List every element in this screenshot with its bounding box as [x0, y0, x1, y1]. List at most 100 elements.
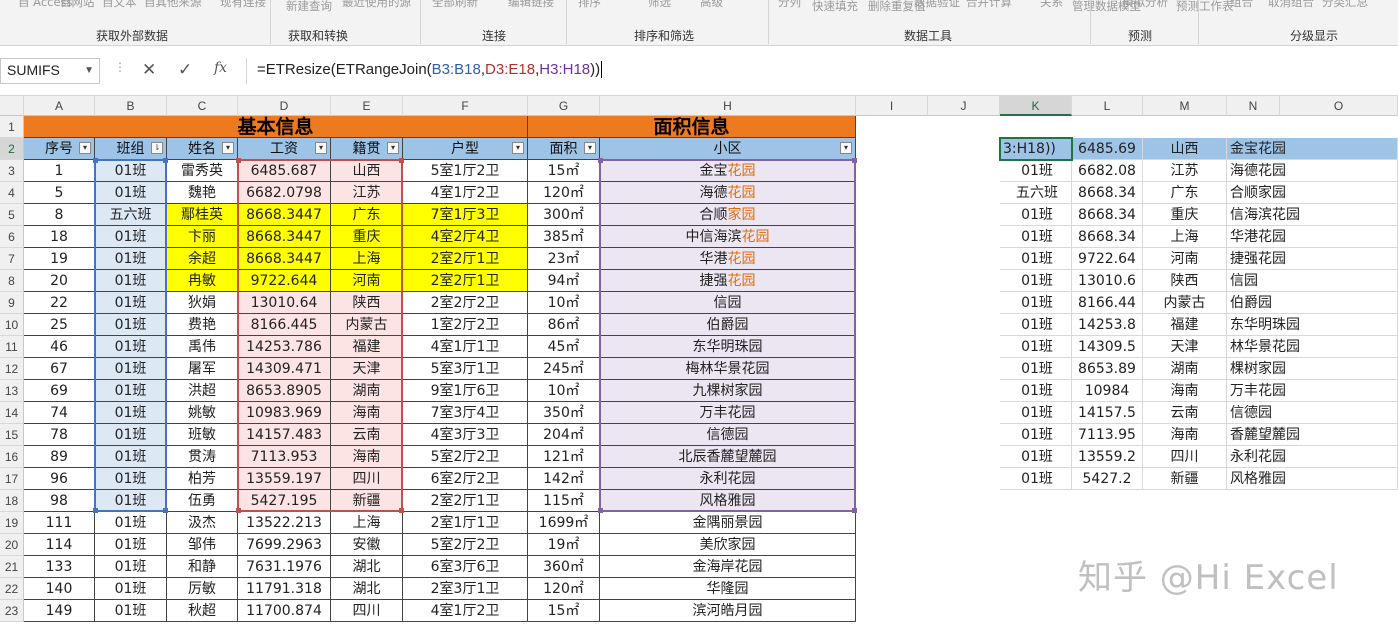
output-origin[interactable]: 河南 [1143, 248, 1227, 270]
cell-community[interactable]: 金宝花园 [600, 160, 856, 182]
name-box[interactable]: SUMIFS ▼ [0, 58, 100, 84]
cell-seq[interactable]: 114 [24, 534, 95, 556]
ribbon-button[interactable]: 排序 [578, 0, 601, 10]
cell-salary[interactable]: 14309.471 [238, 358, 331, 380]
cell-name[interactable]: 邹伟 [167, 534, 238, 556]
column-header-e[interactable]: E [331, 96, 403, 116]
cell-origin[interactable]: 海南 [331, 402, 403, 424]
cell-group[interactable]: 01班 [95, 270, 167, 292]
cell-community[interactable]: 风格雅园 [600, 490, 856, 512]
cell-name[interactable]: 余超 [167, 248, 238, 270]
cell-origin[interactable]: 海南 [331, 446, 403, 468]
output-community[interactable]: 东华明珠园 [1227, 314, 1398, 336]
output-community[interactable]: 永利花园 [1227, 446, 1398, 468]
output-salary[interactable]: 14309.5 [1072, 336, 1143, 358]
output-community[interactable]: 华港花园 [1227, 226, 1398, 248]
column-header-j[interactable]: J [928, 96, 1000, 116]
row-header[interactable]: 4 [0, 182, 24, 204]
row-header[interactable]: 15 [0, 424, 24, 446]
output-group[interactable]: 01班 [1000, 270, 1072, 292]
output-community[interactable]: 信海滨花园 [1227, 204, 1398, 226]
filter-dropdown-icon[interactable]: ▾ [315, 142, 327, 154]
cell-origin[interactable]: 四川 [331, 468, 403, 490]
cell-group[interactable]: 01班 [95, 600, 167, 622]
cell-origin[interactable]: 广东 [331, 204, 403, 226]
band-basic-info[interactable]: 基本信息 [24, 116, 528, 138]
cell-community[interactable]: 合顺家园 [600, 204, 856, 226]
output-group[interactable]: 01班 [1000, 424, 1072, 446]
cell-layout[interactable]: 5室3厅1卫 [403, 358, 528, 380]
cell-area[interactable]: 142㎡ [528, 468, 600, 490]
cell-seq[interactable]: 78 [24, 424, 95, 446]
cell-group[interactable]: 01班 [95, 182, 167, 204]
output-group[interactable]: 01班 [1000, 358, 1072, 380]
cell-seq[interactable]: 69 [24, 380, 95, 402]
cell-area[interactable]: 120㎡ [528, 578, 600, 600]
output-community[interactable]: 合顺家园 [1227, 182, 1398, 204]
insert-function-icon[interactable]: fx [214, 60, 227, 76]
cell-area[interactable]: 300㎡ [528, 204, 600, 226]
row-header[interactable]: 23 [0, 600, 24, 622]
filter-dropdown-icon[interactable]: ▾ [584, 142, 596, 154]
cell-area[interactable]: 350㎡ [528, 402, 600, 424]
column-header-b[interactable]: B [95, 96, 167, 116]
ribbon-button[interactable]: 高级 [700, 0, 723, 10]
cell-layout[interactable]: 2室2厅1卫 [403, 490, 528, 512]
column-header-d[interactable]: D [238, 96, 331, 116]
column-header-i[interactable]: I [856, 96, 928, 116]
cell-layout[interactable]: 2室2厅1卫 [403, 248, 528, 270]
cell-name[interactable]: 秋超 [167, 600, 238, 622]
ribbon-button[interactable]: 分类汇总 [1322, 0, 1368, 10]
cell-salary[interactable]: 13010.64 [238, 292, 331, 314]
cell-community[interactable]: 九棵树家园 [600, 380, 856, 402]
cell-seq[interactable]: 20 [24, 270, 95, 292]
cell-salary[interactable]: 8668.3447 [238, 226, 331, 248]
cell-area[interactable]: 45㎡ [528, 336, 600, 358]
row-header[interactable]: 6 [0, 226, 24, 248]
cell-area[interactable]: 360㎡ [528, 556, 600, 578]
ribbon-button[interactable]: 组合 [1230, 0, 1253, 10]
header-cell[interactable]: 户型 ▾ [403, 138, 528, 160]
cell-seq[interactable]: 133 [24, 556, 95, 578]
cell-name[interactable]: 鄢桂英 [167, 204, 238, 226]
row-header[interactable]: 19 [0, 512, 24, 534]
cell-layout[interactable]: 4室1厅2卫 [403, 600, 528, 622]
cell-origin[interactable]: 江苏 [331, 182, 403, 204]
cell-seq[interactable]: 89 [24, 446, 95, 468]
cell-origin[interactable]: 天津 [331, 358, 403, 380]
cell-salary[interactable]: 8653.8905 [238, 380, 331, 402]
output-salary[interactable]: 5427.2 [1072, 468, 1143, 490]
cell-area[interactable]: 15㎡ [528, 600, 600, 622]
cell-name[interactable]: 厉敏 [167, 578, 238, 600]
cell-group[interactable]: 01班 [95, 402, 167, 424]
cell-seq[interactable]: 8 [24, 204, 95, 226]
output-salary[interactable]: 8668.34 [1072, 204, 1143, 226]
row-header[interactable]: 14 [0, 402, 24, 424]
cell-name[interactable]: 和静 [167, 556, 238, 578]
cell-community[interactable]: 金隅丽景园 [600, 512, 856, 534]
cell-name[interactable]: 洪超 [167, 380, 238, 402]
cell-group[interactable]: 01班 [95, 292, 167, 314]
output-group[interactable]: 01班 [1000, 336, 1072, 358]
cell-origin[interactable]: 安徽 [331, 534, 403, 556]
cell-group[interactable]: 01班 [95, 468, 167, 490]
cell-name[interactable]: 冉敏 [167, 270, 238, 292]
cell-salary[interactable]: 8166.445 [238, 314, 331, 336]
output-salary[interactable]: 7113.95 [1072, 424, 1143, 446]
cell-salary[interactable]: 13559.197 [238, 468, 331, 490]
cell-group[interactable]: 01班 [95, 556, 167, 578]
cell-origin[interactable]: 湖北 [331, 578, 403, 600]
ribbon-button[interactable]: 自其他来源 [144, 0, 202, 10]
output-community[interactable]: 伯爵园 [1227, 292, 1398, 314]
cell-layout[interactable]: 6室2厅2卫 [403, 468, 528, 490]
header-cell[interactable]: 小区 ▾ [600, 138, 856, 160]
cell-origin[interactable]: 福建 [331, 336, 403, 358]
ribbon-button[interactable]: 数据验证 [914, 0, 960, 10]
cell-salary[interactable]: 5427.195 [238, 490, 331, 512]
row-header[interactable]: 16 [0, 446, 24, 468]
cell-salary[interactable]: 8668.3447 [238, 248, 331, 270]
filter-dropdown-icon[interactable]: ▾ [222, 142, 234, 154]
column-header-f[interactable]: F [403, 96, 528, 116]
ribbon-button[interactable]: 自网站 [60, 0, 95, 10]
output-group[interactable]: 01班 [1000, 468, 1072, 490]
